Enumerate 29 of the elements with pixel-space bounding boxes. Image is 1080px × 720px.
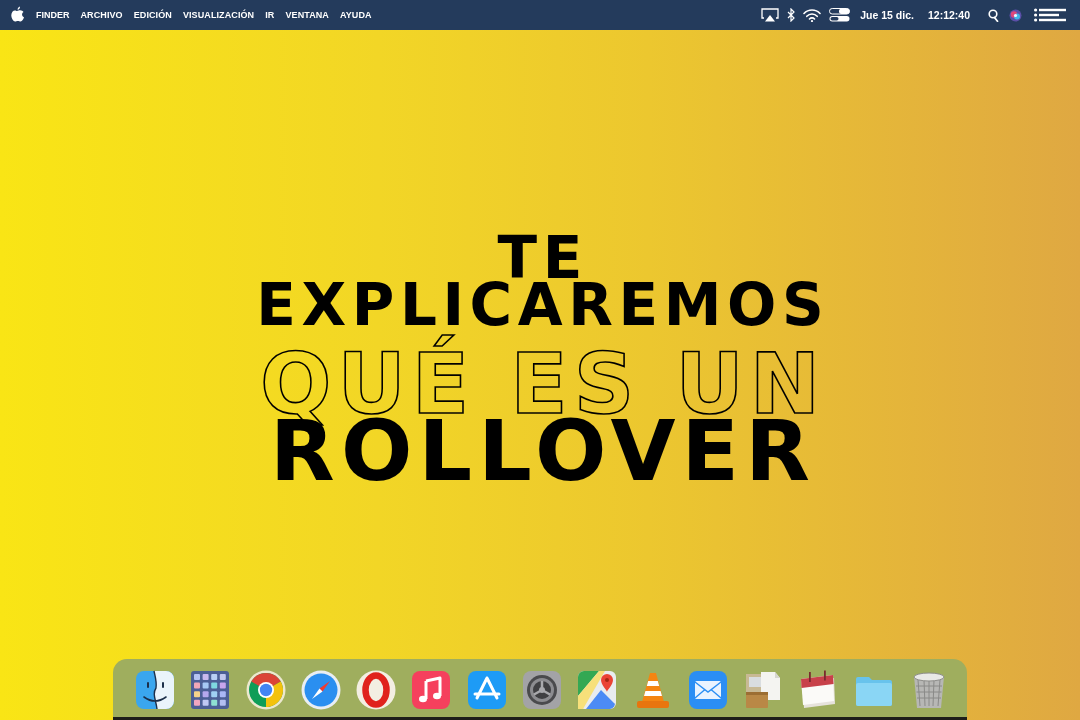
- search-icon[interactable]: [988, 8, 999, 22]
- gear-icon[interactable]: [522, 670, 562, 710]
- list-icon[interactable]: [1034, 8, 1066, 22]
- menu-item[interactable]: VENTANA: [285, 10, 329, 20]
- compass-icon[interactable]: [300, 670, 341, 710]
- map-pin-icon[interactable]: [577, 670, 618, 710]
- screen-share-icon[interactable]: [761, 8, 780, 22]
- bluetooth-icon[interactable]: [787, 8, 796, 22]
- menu-item[interactable]: ARCHIVO: [80, 10, 123, 20]
- headline-line: TE: [497, 234, 588, 282]
- oval-ring-icon[interactable]: [356, 670, 397, 710]
- menu-item[interactable]: AYUDA: [339, 10, 372, 20]
- apple-icon[interactable]: [9, 6, 25, 24]
- time-label[interactable]: 12:12:40: [927, 9, 970, 21]
- menu-item[interactable]: IR: [265, 10, 275, 20]
- menu-item[interactable]: FINDER: [36, 10, 70, 20]
- wifi-icon[interactable]: [803, 8, 822, 22]
- headline-line: EXPLICAREMOS: [255, 281, 830, 329]
- music-note-icon[interactable]: [411, 670, 452, 710]
- app-grid-icon[interactable]: [190, 670, 231, 710]
- a-glyph-icon[interactable]: [466, 670, 507, 710]
- toggle-switches-icon[interactable]: [829, 8, 851, 22]
- date-label[interactable]: Jue 15 dic.: [860, 9, 914, 21]
- smiling-face-icon[interactable]: [134, 670, 175, 710]
- menu-item[interactable]: EDICIÓN: [133, 10, 172, 20]
- menu-item[interactable]: VISUALIZACIÓN: [182, 10, 255, 20]
- orb-icon[interactable]: [1009, 8, 1022, 22]
- tricolor-circle-icon[interactable]: [245, 670, 286, 710]
- envelope-icon[interactable]: [687, 670, 728, 710]
